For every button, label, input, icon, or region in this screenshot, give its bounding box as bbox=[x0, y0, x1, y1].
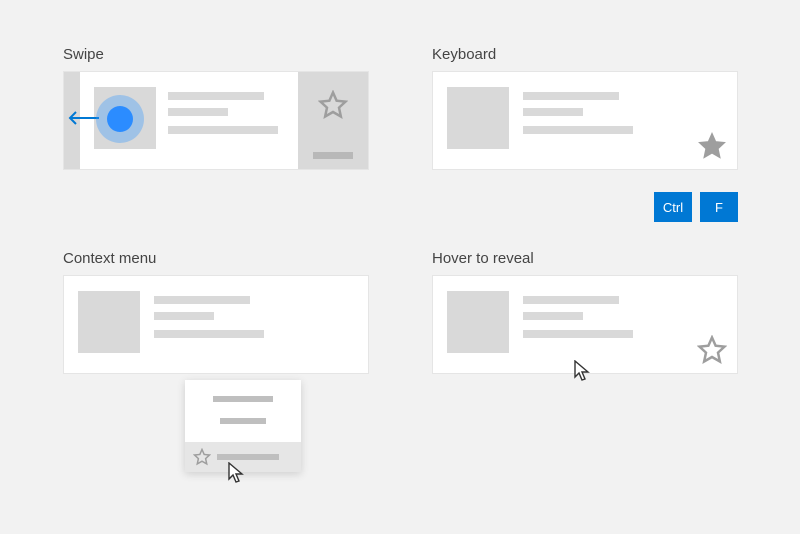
placeholder-line bbox=[168, 92, 264, 100]
star-outline-icon[interactable] bbox=[697, 335, 727, 365]
swipe-title: Swipe bbox=[63, 46, 104, 63]
f-key[interactable]: F bbox=[700, 192, 738, 222]
context-card[interactable] bbox=[63, 275, 369, 374]
context-menu-popup[interactable] bbox=[185, 380, 301, 472]
keyboard-title: Keyboard bbox=[432, 46, 496, 63]
keyboard-thumbnail bbox=[447, 87, 509, 149]
ctrl-key[interactable]: Ctrl bbox=[654, 192, 692, 222]
cursor-icon bbox=[228, 462, 246, 486]
placeholder-line bbox=[217, 454, 279, 460]
placeholder-line bbox=[523, 108, 583, 116]
placeholder-line bbox=[154, 296, 250, 304]
context-menu-item[interactable] bbox=[185, 412, 301, 430]
placeholder-line bbox=[220, 418, 266, 424]
star-outline-icon bbox=[318, 90, 348, 120]
placeholder-line bbox=[154, 330, 264, 338]
placeholder-line bbox=[523, 312, 583, 320]
star-outline-icon bbox=[193, 448, 211, 466]
hover-title: Hover to reveal bbox=[432, 250, 534, 267]
swipe-action-label bbox=[313, 152, 353, 159]
placeholder-line bbox=[213, 396, 273, 402]
arrow-left-icon bbox=[66, 110, 100, 126]
context-thumbnail bbox=[78, 291, 140, 353]
cursor-icon bbox=[574, 360, 592, 384]
star-filled-icon bbox=[697, 131, 727, 161]
placeholder-line bbox=[523, 296, 619, 304]
touch-point-inner bbox=[107, 106, 133, 132]
placeholder-line bbox=[523, 330, 633, 338]
context-menu-title: Context menu bbox=[63, 250, 156, 267]
context-menu-item[interactable] bbox=[185, 390, 301, 408]
keyboard-card[interactable] bbox=[432, 71, 738, 170]
placeholder-line bbox=[523, 126, 633, 134]
placeholder-line bbox=[168, 126, 278, 134]
placeholder-line bbox=[168, 108, 228, 116]
placeholder-line bbox=[523, 92, 619, 100]
hover-thumbnail bbox=[447, 291, 509, 353]
placeholder-line bbox=[154, 312, 214, 320]
